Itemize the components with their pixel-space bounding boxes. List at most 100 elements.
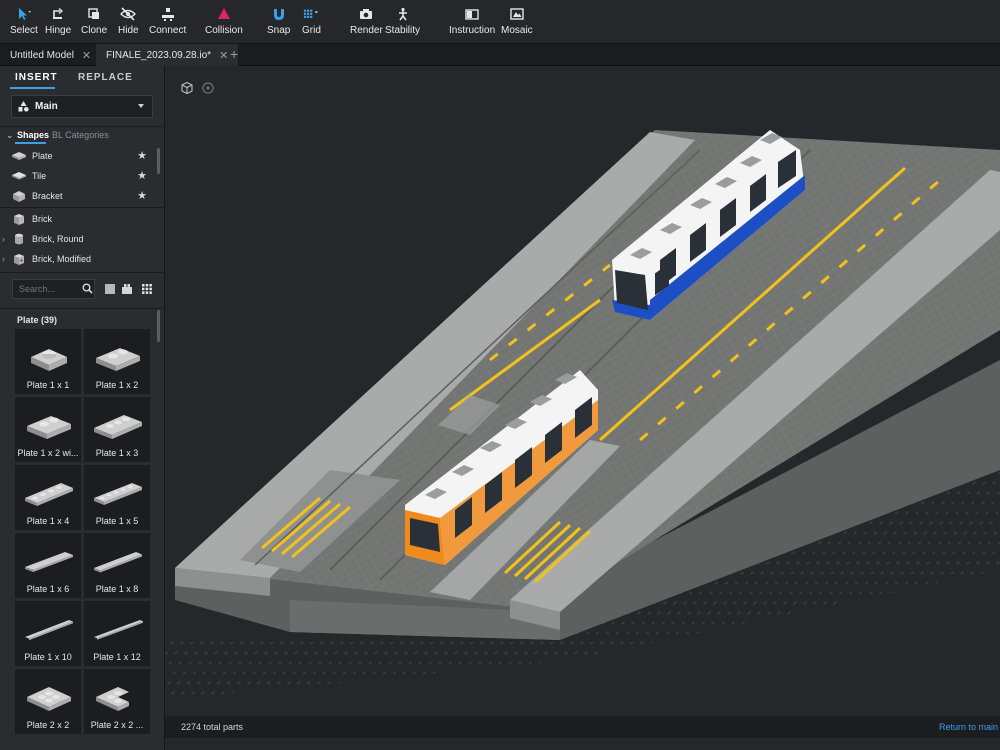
chevron-down-icon[interactable]: ⌄ [6,130,14,141]
tab-shapes[interactable]: Shapes [17,130,49,140]
palette-dropdown[interactable]: Main [11,95,153,118]
part-tile-label: Plate 1 x 2 [95,380,139,390]
star-icon[interactable]: ★ [137,169,147,182]
mosaic-tool[interactable]: Mosaic [501,6,533,36]
plate-1x12-preview [94,620,143,640]
plate-1x1-preview [31,349,67,371]
plate-1x3-preview [94,415,142,439]
clone-tool[interactable]: Clone [81,6,107,36]
shape-item-label: Tile [32,171,47,181]
shape-item-brick-round[interactable]: › Brick, Round [0,229,155,249]
mosaic-icon [509,6,525,22]
tab-insert[interactable]: INSERT [15,72,58,83]
shape-item-bracket[interactable]: Bracket ★ [0,186,155,206]
part-grid-scrollbar[interactable] [157,310,160,342]
connect-label: Connect [149,25,187,36]
shape-category-list: Plate ★ Tile ★ Bracket ★ Brick › Brick, … [0,146,165,274]
render-label: Render [350,25,383,36]
stability-tool[interactable]: Stability [385,6,420,36]
part-tile[interactable]: Plate 1 x 2 [83,328,151,395]
star-icon[interactable]: ★ [137,189,147,202]
hinge-tool[interactable]: Hinge [45,6,71,36]
instruction-icon [464,6,480,22]
part-tile-label: Plate 1 x 2 wi... [17,448,79,458]
shape-item-brick[interactable]: Brick [0,209,155,229]
part-tile[interactable]: Plate 2 x 2 [14,668,82,735]
chevron-right-icon[interactable]: › [2,234,10,244]
close-icon[interactable]: ✕ [82,49,91,62]
shape-list-scrollbar[interactable] [157,148,160,174]
close-icon[interactable]: ✕ [219,49,228,62]
part-tile-label: Plate 1 x 10 [24,652,72,662]
plate-1x4-preview [25,483,73,506]
shape-item-label: Bracket [32,191,63,201]
collision-triangle-icon [216,6,232,22]
clone-icon [86,6,102,22]
part-tile[interactable]: Plate 2 x 2 ... [83,668,151,735]
hinge-label: Hinge [45,25,72,36]
part-tile[interactable]: Plate 1 x 6 [14,532,82,599]
shape-item-label: Brick [32,214,52,224]
shape-item-plate[interactable]: Plate ★ [0,146,155,166]
shape-item-brick-modified[interactable]: › Brick, Modified [0,249,155,269]
chevron-right-icon[interactable]: › [2,254,10,264]
tile-icon [11,169,27,183]
status-bar: 2274 total parts Return to main [165,716,1000,738]
part-tile[interactable]: Plate 1 x 5 [83,464,151,531]
tab-replace[interactable]: REPLACE [78,72,133,83]
part-tile[interactable]: Plate 1 x 4 [14,464,82,531]
part-tile[interactable]: Plate 1 x 8 [83,532,151,599]
select-label: Select [10,25,38,36]
shape-item-label: Plate [32,151,53,161]
return-to-main-link[interactable]: Return to main [939,722,998,732]
part-tile-label: Plate 1 x 8 [95,584,139,594]
hide-tool[interactable]: Hide [118,6,139,36]
tab-untitled-model[interactable]: Untitled Model ✕ [0,44,101,66]
star-icon[interactable]: ★ [137,149,147,162]
collision-label: Collision [205,25,243,36]
part-tile[interactable]: Plate 1 x 3 [83,396,151,463]
plate-2x2-corner-preview [96,687,129,711]
search-icon[interactable] [82,283,93,297]
cursor-arrow-icon [16,6,32,22]
select-tool[interactable]: Select [10,6,38,36]
plate-2x2-preview [27,687,71,711]
render-tool[interactable]: Render [350,6,383,36]
collision-tool[interactable]: Collision [205,6,243,36]
category-tabs: ⌄ Shapes BL Categories [0,126,165,144]
divider [0,207,165,208]
part-tile[interactable]: Plate 1 x 1 [14,328,82,395]
instruction-label: Instruction [449,25,496,36]
grid-label: Grid [302,25,321,36]
brick-view-icon[interactable] [122,284,132,294]
stability-label: Stability [385,25,421,36]
add-tab-icon[interactable]: + [230,46,238,62]
snap-tool[interactable]: Snap [267,6,290,36]
plate-1x2-with-preview [27,416,71,439]
tab-finale[interactable]: FINALE_2023.09.28.io* ✕ [96,44,239,66]
instruction-tool[interactable]: Instruction [449,6,495,36]
clone-label: Clone [81,25,108,36]
plate-1x10-preview [25,620,73,641]
divider [0,272,165,273]
part-count: 2274 total parts [181,722,244,732]
active-tab-indicator [10,87,55,89]
part-tile-label: Plate 2 x 2 [26,720,70,730]
stability-icon [395,6,411,22]
chevron-down-icon [138,104,144,108]
shape-item-tile[interactable]: Tile ★ [0,166,155,186]
tram-station-model [165,130,1000,700]
tab-bl-categories[interactable]: BL Categories [52,130,109,140]
palette-dropdown-value: Main [35,101,58,112]
grid-view-icon[interactable] [142,284,152,294]
part-tile[interactable]: Plate 1 x 2 wi... [14,396,82,463]
part-tile[interactable]: Plate 1 x 12 [83,600,151,667]
divider [0,308,165,309]
magnet-icon [271,6,287,22]
model-viewport[interactable] [165,66,1000,716]
solid-view-icon[interactable] [105,284,115,294]
part-tile[interactable]: Plate 1 x 10 [14,600,82,667]
plate-1x2-preview [96,348,140,371]
connect-tool[interactable]: Connect [149,6,186,36]
grid-tool[interactable]: Grid [302,6,321,36]
